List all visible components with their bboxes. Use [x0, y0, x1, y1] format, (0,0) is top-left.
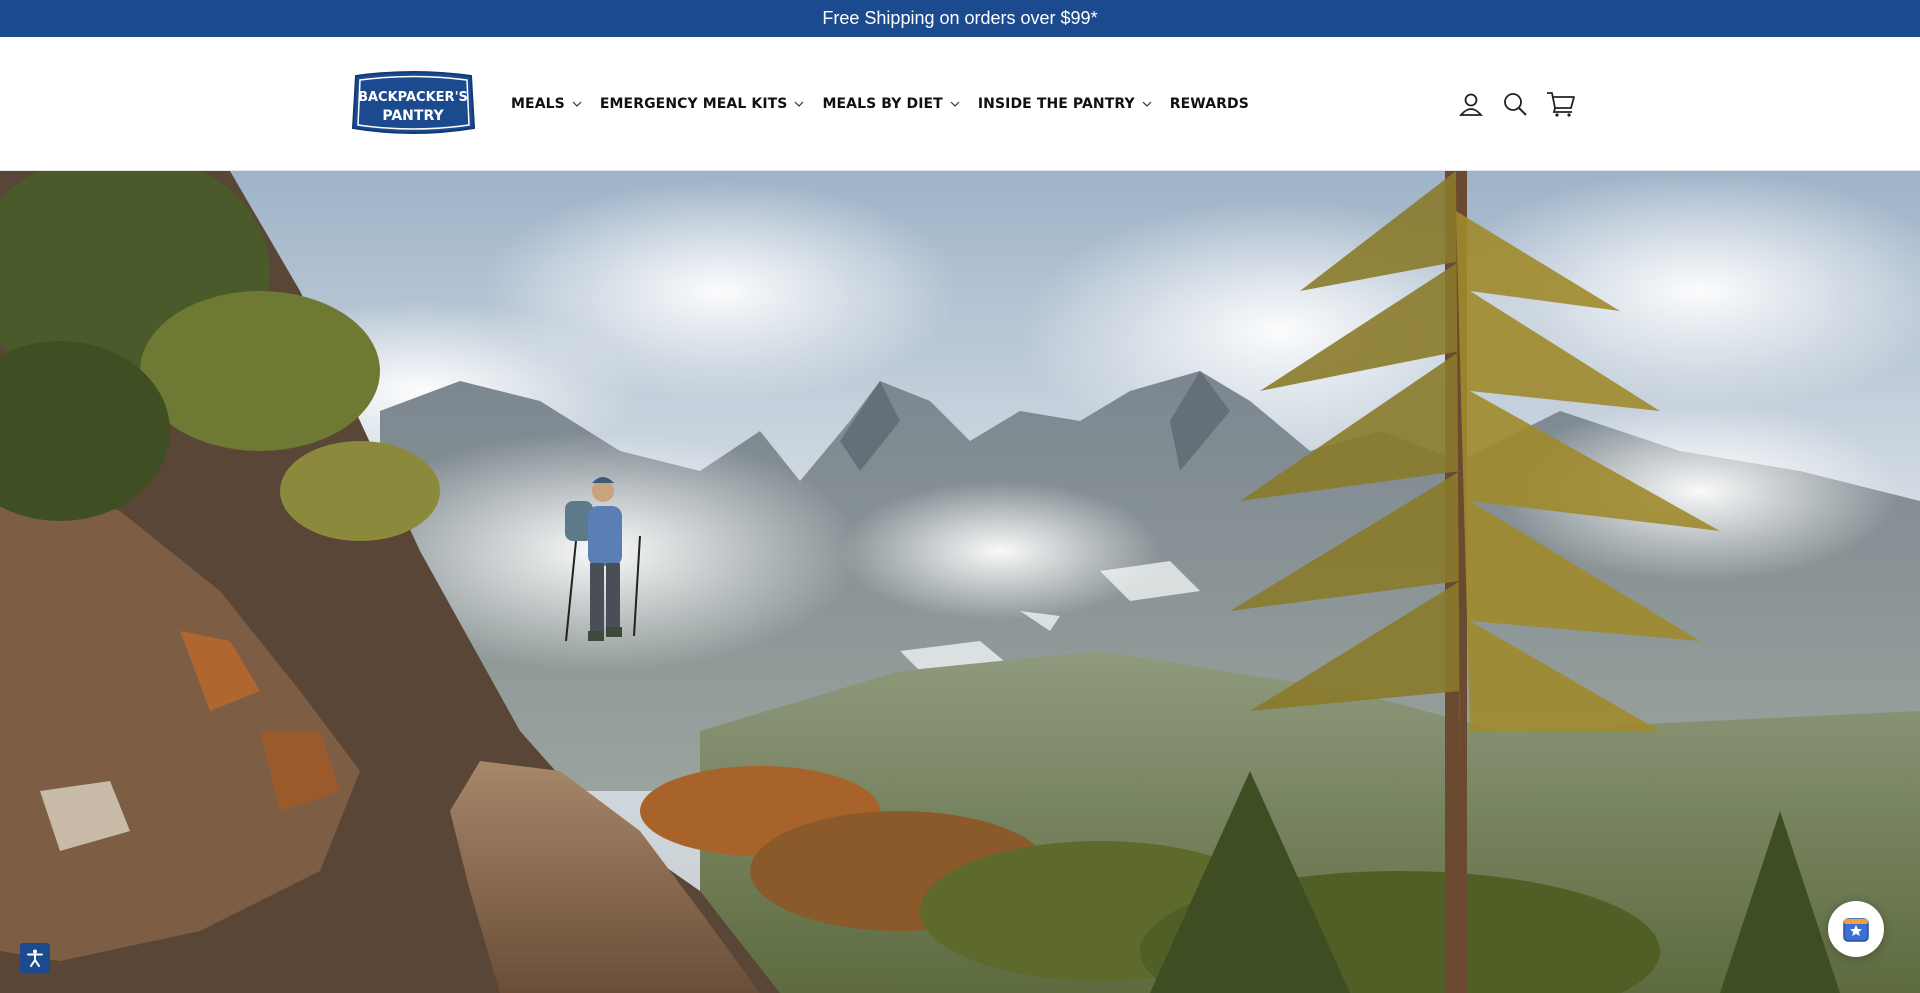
rewards-launcher-button[interactable] [1828, 901, 1884, 957]
nav-item-label: MEALS [511, 96, 565, 112]
nav-item-meals[interactable]: MEALS [511, 96, 582, 112]
search-icon[interactable] [1502, 91, 1528, 117]
announcement-text: Free Shipping on orders over $99* [822, 8, 1098, 28]
nav-item-label: EMERGENCY MEAL KITS [599, 96, 788, 112]
nav-item-rewards[interactable]: REWARDS [1170, 96, 1249, 112]
nav-item-meals-by-diet[interactable]: MEALS BY DIET [822, 96, 960, 112]
accessibility-button[interactable] [20, 943, 50, 973]
rewards-star-icon [1843, 918, 1869, 942]
nav-item-emergency-meal-kits[interactable]: EMERGENCY MEAL KITS [600, 96, 805, 112]
site-header: BACKPACKER'S PANTRY MEALS EMERGENCY MEAL… [0, 37, 1920, 171]
chevron-down-icon [1142, 101, 1152, 107]
cart-icon[interactable] [1546, 90, 1576, 118]
chevron-down-icon [950, 101, 960, 107]
main-nav: MEALS EMERGENCY MEAL KITS MEALS BY DIET … [511, 37, 1267, 171]
account-icon[interactable] [1458, 91, 1484, 117]
hero-image [0, 171, 1920, 993]
nav-item-inside-the-pantry[interactable]: INSIDE THE PANTRY [978, 96, 1152, 112]
chevron-down-icon [572, 101, 582, 107]
nav-item-label: REWARDS [1169, 96, 1249, 112]
nav-item-label: INSIDE THE PANTRY [977, 96, 1135, 112]
chevron-down-icon [795, 101, 804, 107]
nav-item-label: MEALS BY DIET [822, 96, 943, 112]
header-icons [1458, 37, 1576, 171]
svg-text:BACKPACKER'S: BACKPACKER'S [358, 90, 468, 105]
svg-text:PANTRY: PANTRY [382, 108, 444, 124]
accessibility-icon [27, 949, 43, 967]
announcement-bar: Free Shipping on orders over $99* [0, 0, 1920, 37]
brand-logo[interactable]: BACKPACKER'S PANTRY [350, 70, 477, 136]
